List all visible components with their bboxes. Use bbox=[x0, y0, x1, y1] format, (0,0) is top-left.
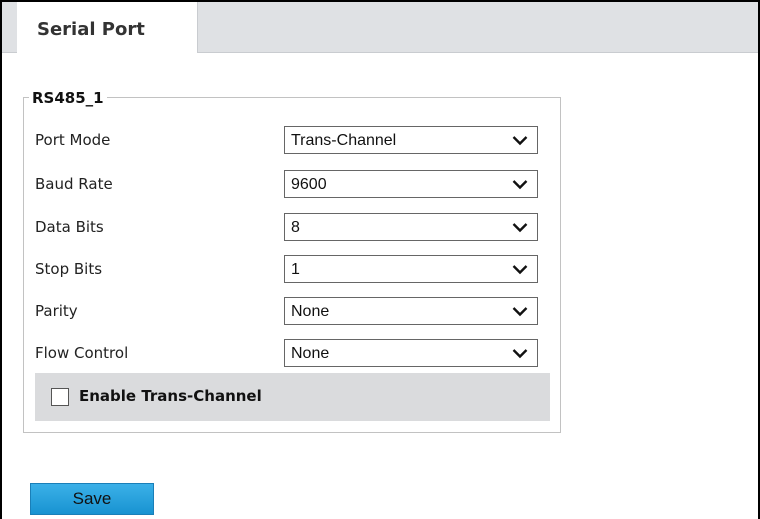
field-row-data-bits: Data Bits 8 bbox=[35, 213, 545, 243]
tab-serial-port[interactable]: Serial Port bbox=[17, 2, 198, 53]
field-label: Parity bbox=[35, 302, 78, 320]
chevron-down-icon bbox=[512, 349, 528, 359]
enable-trans-channel-checkbox[interactable] bbox=[51, 388, 69, 406]
field-label: Port Mode bbox=[35, 131, 111, 149]
field-label: Flow Control bbox=[35, 344, 129, 362]
save-button[interactable]: Save bbox=[30, 483, 154, 515]
select-value: 1 bbox=[291, 261, 300, 278]
chevron-down-icon bbox=[512, 307, 528, 317]
chevron-down-icon bbox=[512, 265, 528, 275]
tab-bar: Serial Port bbox=[2, 2, 758, 53]
select-value: None bbox=[291, 345, 330, 362]
select-value: 9600 bbox=[291, 176, 327, 193]
flow-control-select[interactable]: None bbox=[284, 339, 538, 367]
section-legend: RS485_1 bbox=[29, 89, 107, 107]
parity-select[interactable]: None bbox=[284, 297, 538, 325]
stop-bits-select[interactable]: 1 bbox=[284, 255, 538, 283]
field-row-baud-rate: Baud Rate 9600 bbox=[35, 170, 545, 200]
chevron-down-icon bbox=[512, 223, 528, 233]
select-value: None bbox=[291, 303, 330, 320]
field-row-parity: Parity None bbox=[35, 297, 545, 327]
baud-rate-select[interactable]: 9600 bbox=[284, 170, 538, 198]
select-value: Trans-Channel bbox=[291, 132, 397, 149]
select-value: 8 bbox=[291, 219, 300, 236]
field-row-flow-control: Flow Control None bbox=[35, 339, 545, 369]
enable-trans-channel-label[interactable]: Enable Trans-Channel bbox=[79, 387, 262, 405]
field-label: Baud Rate bbox=[35, 175, 113, 193]
field-row-port-mode: Port Mode Trans-Channel bbox=[35, 126, 545, 156]
enable-trans-channel-panel: Enable Trans-Channel bbox=[35, 373, 550, 421]
field-label: Data Bits bbox=[35, 218, 104, 236]
data-bits-select[interactable]: 8 bbox=[284, 213, 538, 241]
field-label: Stop Bits bbox=[35, 260, 103, 278]
port-mode-select[interactable]: Trans-Channel bbox=[284, 126, 538, 154]
field-row-stop-bits: Stop Bits 1 bbox=[35, 255, 545, 285]
chevron-down-icon bbox=[512, 136, 528, 146]
chevron-down-icon bbox=[512, 180, 528, 190]
